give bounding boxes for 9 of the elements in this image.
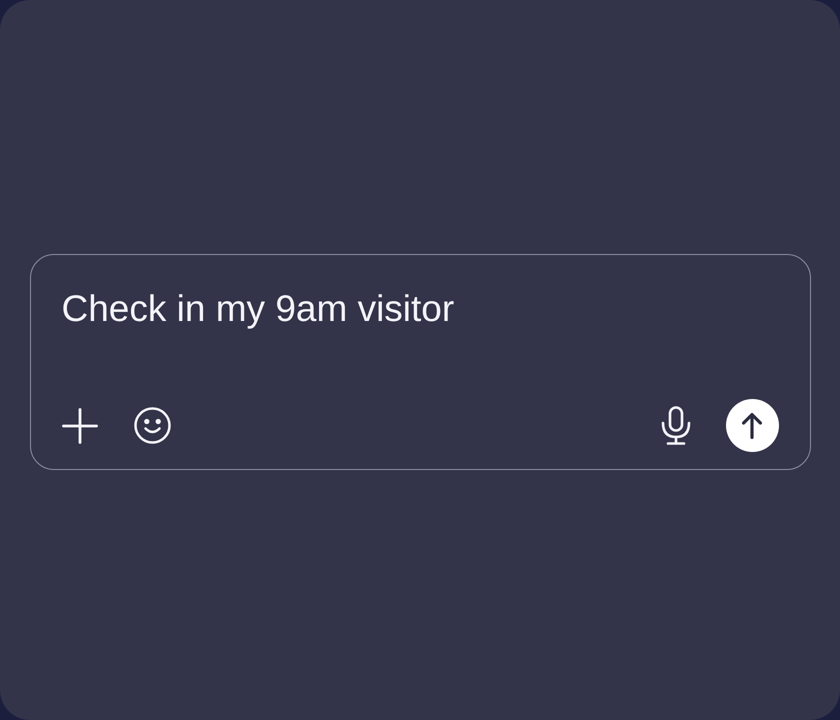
plus-icon <box>62 408 98 444</box>
smiley-icon <box>134 407 170 444</box>
microphone-button[interactable] <box>660 406 690 445</box>
add-button[interactable] <box>62 408 98 444</box>
message-composer[interactable]: Check in my 9am visitor <box>30 254 810 470</box>
arrow-up-icon <box>742 412 762 438</box>
message-input[interactable]: Check in my 9am visitor <box>62 287 778 399</box>
microphone-icon <box>660 406 690 445</box>
emoji-button[interactable] <box>134 407 170 444</box>
